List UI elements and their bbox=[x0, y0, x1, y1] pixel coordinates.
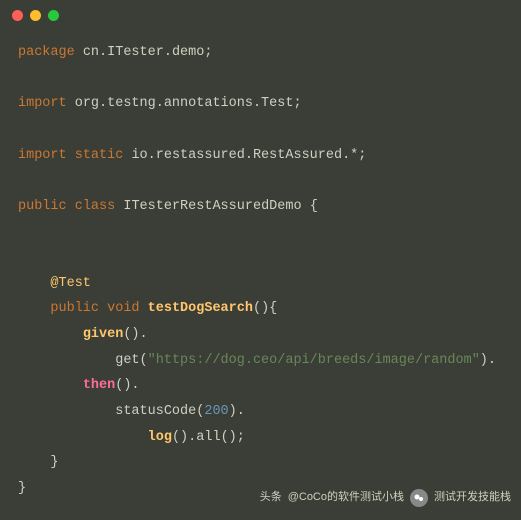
annotation-test: @Test bbox=[50, 276, 91, 291]
maximize-icon[interactable] bbox=[48, 10, 59, 21]
class-name: ITesterRestAssuredDemo bbox=[123, 199, 301, 214]
keyword-static: static bbox=[75, 148, 124, 163]
footer-author: @CoCo的软件测试小栈 bbox=[288, 487, 404, 508]
keyword-public: public bbox=[50, 301, 99, 316]
wechat-icon bbox=[410, 489, 428, 507]
call-all: all bbox=[196, 430, 220, 445]
call-get: get bbox=[115, 353, 139, 368]
code-editor: package cn.ITester.demo; import org.test… bbox=[0, 0, 521, 520]
footer-prefix: 头条 bbox=[260, 487, 282, 508]
call-statuscode: statusCode bbox=[115, 404, 196, 419]
watermark-footer: 头条 @CoCo的软件测试小栈 测试开发技能栈 bbox=[260, 487, 511, 508]
string-url: "https://dog.ceo/api/breeds/image/random… bbox=[148, 353, 480, 368]
close-icon[interactable] bbox=[12, 10, 23, 21]
keyword-void: void bbox=[107, 301, 139, 316]
import-path: org.testng.annotations.Test bbox=[75, 96, 294, 111]
keyword-import: import bbox=[18, 96, 67, 111]
window-traffic-lights bbox=[12, 10, 59, 21]
package-name: cn.ITester.demo bbox=[83, 45, 205, 60]
keyword-public: public bbox=[18, 199, 67, 214]
call-then: then bbox=[83, 378, 115, 393]
minimize-icon[interactable] bbox=[30, 10, 41, 21]
keyword-import: import bbox=[18, 148, 67, 163]
call-log: log bbox=[148, 430, 172, 445]
keyword-class: class bbox=[75, 199, 116, 214]
number-literal: 200 bbox=[204, 404, 228, 419]
call-given: given bbox=[83, 327, 124, 342]
method-name: testDogSearch bbox=[148, 301, 253, 316]
import-path: io.restassured.RestAssured.* bbox=[131, 148, 358, 163]
footer-label: 测试开发技能栈 bbox=[434, 487, 511, 508]
keyword-package: package bbox=[18, 45, 75, 60]
